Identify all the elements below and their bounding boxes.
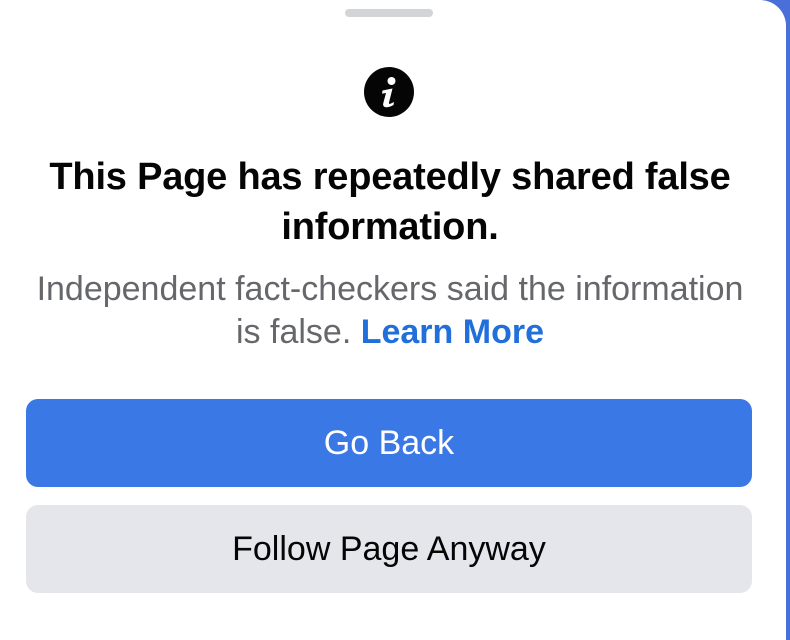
follow-page-anyway-button[interactable]: Follow Page Anyway (26, 505, 752, 593)
warning-description: Independent fact-checkers said the infor… (20, 268, 760, 354)
warning-title: This Page has repeatedly shared false in… (49, 156, 731, 248)
learn-more-link[interactable]: Learn More (361, 313, 544, 351)
drag-handle[interactable] (345, 9, 433, 17)
bottom-sheet: This Page has repeatedly shared false in… (0, 0, 786, 640)
go-back-button[interactable]: Go Back (26, 399, 752, 487)
info-icon (364, 67, 414, 117)
